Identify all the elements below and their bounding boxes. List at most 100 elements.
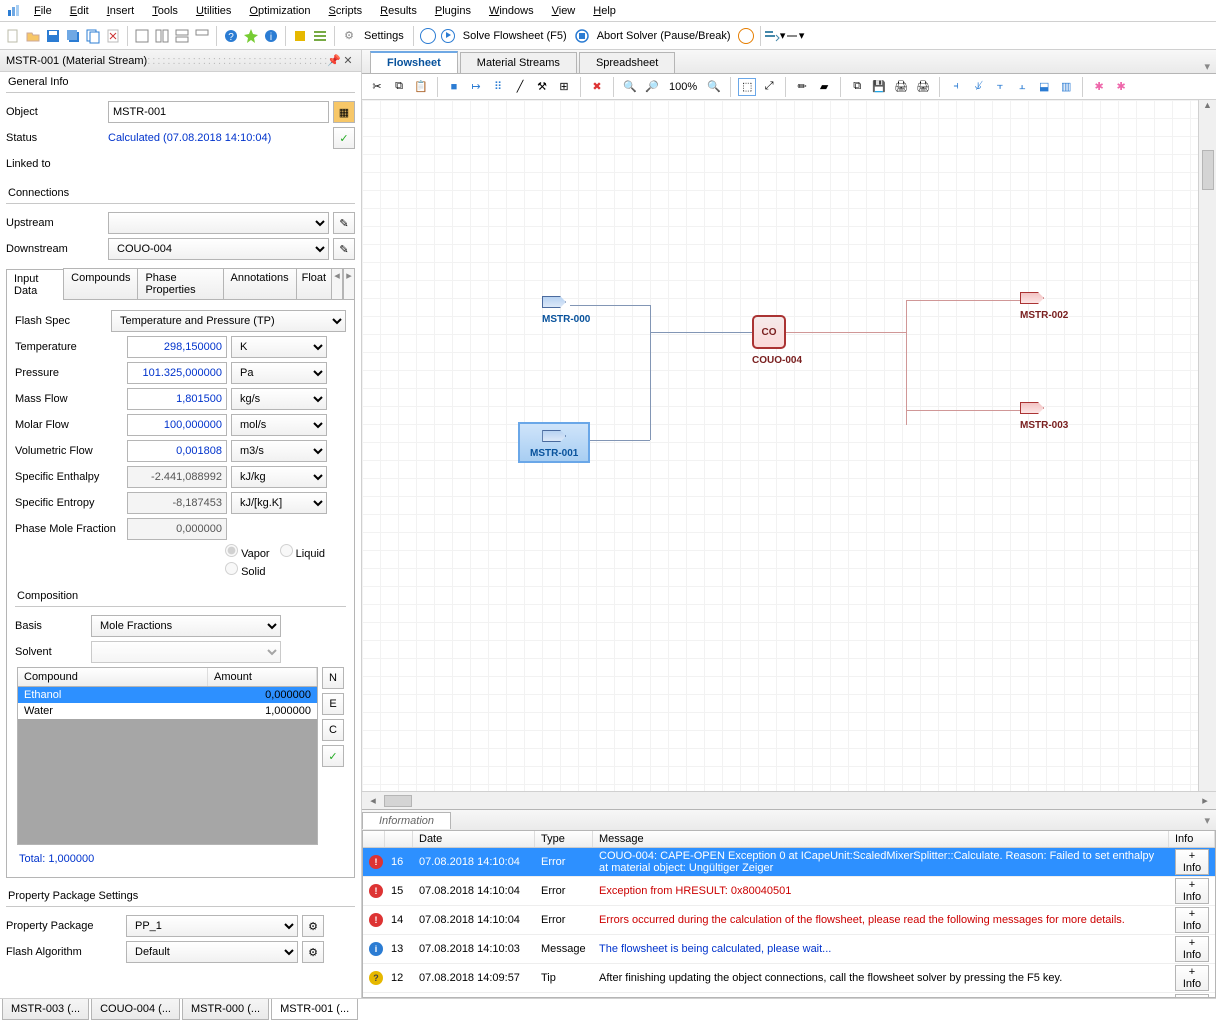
object-input[interactable] [108,101,329,123]
log-info-btn[interactable]: + Info [1175,849,1209,875]
align-top-icon[interactable]: ⫠ [1013,78,1031,96]
log-row[interactable]: ! 16 07.08.2018 14:10:04 Error COUO-004:… [363,848,1215,877]
menu-utilities[interactable]: Utilities [188,3,239,19]
save-icon[interactable] [44,27,62,45]
pin-icon[interactable]: 📌 [327,54,341,67]
save2-icon[interactable]: 💾 [870,78,888,96]
log-row[interactable]: ! 15 07.08.2018 14:10:04 Error Exception… [363,877,1215,906]
tools-icon[interactable]: ⚒ [533,78,551,96]
tab-compounds[interactable]: Compounds [63,268,138,299]
puzzle-icon[interactable] [291,27,309,45]
menu-file[interactable]: File [26,3,60,19]
pencil-icon[interactable]: ✏ [793,78,811,96]
print-icon[interactable]: 🖨 [892,78,910,96]
tab-float[interactable]: Float [296,268,332,299]
log-info-btn[interactable]: + Info [1175,994,1209,998]
menu-tools[interactable]: Tools [144,3,186,19]
specific-entropy-unit[interactable]: kJ/[kg.K] [231,492,327,514]
diag-icon[interactable]: ╱ [511,78,529,96]
settings-label[interactable]: Settings [360,30,408,42]
bottom-tab-3[interactable]: MSTR-001 (... [271,999,358,1020]
dist-v-icon[interactable]: ▥ [1057,78,1075,96]
cut-icon[interactable]: ✂ [368,78,386,96]
mass-flow-input[interactable] [127,388,227,410]
stream-mstr001-selected[interactable]: MSTR-001 [518,422,590,463]
power2-icon[interactable] [737,27,755,45]
molar-flow-input[interactable] [127,414,227,436]
log-row[interactable]: i 13 07.08.2018 14:10:03 Message The flo… [363,935,1215,964]
basis-select[interactable]: Mole Fractions [91,615,281,637]
comp-btn-n[interactable]: N [322,667,344,689]
downstream-edit-btn[interactable]: ✎ [333,238,355,260]
molar-flow-unit[interactable]: mol/s [231,414,327,436]
info-icon[interactable]: i [262,27,280,45]
compound-table[interactable]: Compound Amount Ethanol0,000000Water1,00… [17,667,318,845]
mass-flow-unit[interactable]: kg/s [231,388,327,410]
flowsheet-canvas[interactable]: MSTR-000 MSTR-001 CO COUO-004 MSTR-002 M… [362,100,1216,791]
pp-select[interactable]: PP_1 [126,915,298,937]
doc-tab-material-streams[interactable]: Material Streams [460,52,577,73]
object-edit-btn[interactable]: ▦ [333,101,355,123]
copy-icon[interactable] [84,27,102,45]
dots-icon[interactable]: ⠿ [489,78,507,96]
log-info-btn[interactable]: + Info [1175,878,1209,904]
fa-select[interactable]: Default [126,941,298,963]
dropdown2-icon[interactable]: ▾ [786,27,804,45]
help-icon[interactable]: ? [222,27,240,45]
temperature-input[interactable] [127,336,227,358]
log-row[interactable]: ? 11 07.08.2018 14:09:54 Tip After finis… [363,993,1215,998]
menu-help[interactable]: Help [585,3,624,19]
fa-gear-icon[interactable]: ⚙ [302,941,324,963]
phase-mole-fraction-input[interactable] [127,518,227,540]
status-ok-icon[interactable]: ✓ [333,127,355,149]
unit-couo004[interactable]: CO [752,315,786,349]
tag-icon[interactable]: ⊞ [555,78,573,96]
solve-button[interactable]: Solve Flowsheet (F5) [459,30,571,42]
delete-icon[interactable]: ✖ [588,78,606,96]
pan-icon[interactable]: ⤢ [760,78,778,96]
copy-sheet-icon[interactable]: ⧉ [848,78,866,96]
layout3-icon[interactable] [173,27,191,45]
abort-icon[interactable] [573,27,591,45]
layout4-icon[interactable] [193,27,211,45]
pp-gear-icon[interactable]: ⚙ [302,915,324,937]
flashspec-select[interactable]: Temperature and Pressure (TP) [111,310,346,332]
stream-mstr000-port[interactable] [542,296,566,308]
align-right-icon[interactable]: ⫟ [991,78,1009,96]
comp-btn-e[interactable]: E [322,693,344,715]
upstream-edit-btn[interactable]: ✎ [333,212,355,234]
layout2-icon[interactable] [153,27,171,45]
comp-btn-check[interactable]: ✓ [322,745,344,767]
volumetric-flow-input[interactable] [127,440,227,462]
bottom-tab-2[interactable]: MSTR-000 (... [182,999,269,1020]
doc-tab-flowsheet[interactable]: Flowsheet [370,51,458,73]
compound-row[interactable]: Water1,000000 [18,703,317,719]
log-row[interactable]: ! 14 07.08.2018 14:10:04 Error Errors oc… [363,906,1215,935]
zoom-in-icon[interactable]: 🔍 [621,78,639,96]
log-table[interactable]: Date Type Message Info ! 16 07.08.2018 1… [362,830,1216,998]
abort-button[interactable]: Abort Solver (Pause/Break) [593,30,735,42]
gear-icon[interactable]: ⚙ [340,27,358,45]
menu-plugins[interactable]: Plugins [427,3,479,19]
info-dropdown[interactable]: ▾ [1198,814,1216,827]
new-file-icon[interactable] [4,27,22,45]
tab-scroll-left[interactable]: ◂ [331,268,343,299]
menu-results[interactable]: Results [372,3,425,19]
open-folder-icon[interactable] [24,27,42,45]
menu-edit[interactable]: Edit [62,3,97,19]
temperature-unit[interactable]: K [231,336,327,358]
dist-h-icon[interactable]: ⬓ [1035,78,1053,96]
play-icon[interactable] [439,27,457,45]
downstream-select[interactable]: COUO-004 [108,238,329,260]
pressure-input[interactable] [127,362,227,384]
check-icon[interactable] [242,27,260,45]
volumetric-flow-unit[interactable]: m3/s [231,440,327,462]
tab-annotations[interactable]: Annotations [223,268,297,299]
menu-windows[interactable]: Windows [481,3,542,19]
liquid-radio[interactable]: Liquid [280,544,325,560]
menu-view[interactable]: View [544,3,584,19]
compound-row[interactable]: Ethanol0,000000 [18,687,317,703]
lines-icon[interactable] [311,27,329,45]
solid-radio[interactable]: Solid [225,562,266,578]
doc-tabs-dropdown[interactable]: ▾ [1198,60,1216,73]
